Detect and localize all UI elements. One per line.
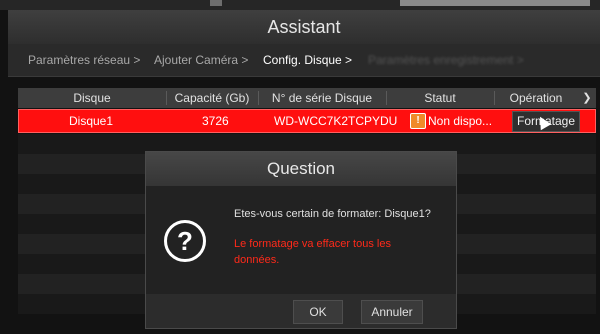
cell-disk: Disque1 xyxy=(69,114,114,128)
col-operation[interactable]: Opération xyxy=(494,88,578,108)
dialog-warning: Le formatage va effacer tous les données… xyxy=(234,238,391,266)
top-strip-mark xyxy=(400,0,590,6)
top-strip-mark xyxy=(210,0,222,6)
breadcrumb-disk-config[interactable]: Config. Disque > xyxy=(263,44,352,76)
col-disk[interactable]: Disque xyxy=(18,88,166,108)
breadcrumb-recording[interactable]: Paramètres enregistrement > xyxy=(368,44,524,76)
dialog-body: ? Etes-vous certain de formater: Disque1… xyxy=(146,186,456,294)
ok-button[interactable]: OK xyxy=(293,300,343,324)
top-strip xyxy=(0,0,600,10)
dialog-footer: OK Annuler xyxy=(146,294,456,328)
table-row[interactable]: Disque1 3726 WD-WCC7K2TCPYDU ! Non dispo… xyxy=(18,109,596,133)
breadcrumb: Paramètres réseau > Ajouter Caméra > Con… xyxy=(8,44,600,77)
cell-serial: WD-WCC7K2TCPYDU xyxy=(274,114,398,128)
breadcrumb-add-camera[interactable]: Ajouter Caméra > xyxy=(154,44,248,76)
col-capacity[interactable]: Capacité (Gb) xyxy=(166,88,258,108)
question-dialog: Question ? Etes-vous certain de formater… xyxy=(145,151,457,329)
window-title: Assistant xyxy=(8,10,600,44)
cancel-button[interactable]: Annuler xyxy=(361,300,423,324)
dialog-title: Question xyxy=(146,152,456,186)
col-status[interactable]: Statut xyxy=(386,88,494,108)
nvr-screen: Assistant Paramètres réseau > Ajouter Ca… xyxy=(0,0,600,334)
question-icon: ? xyxy=(164,220,206,262)
col-serial[interactable]: N° de série Disque xyxy=(258,88,386,108)
cell-capacity: 3726 xyxy=(202,114,229,128)
chevron-down-icon[interactable]: ❯ xyxy=(578,88,596,108)
dialog-message: Etes-vous certain de formater: Disque1? xyxy=(234,208,431,220)
cell-status: Non dispo... xyxy=(428,114,493,128)
breadcrumb-network[interactable]: Paramètres réseau > xyxy=(28,44,140,76)
disk-table: Disque Capacité (Gb) N° de série Disque … xyxy=(18,88,596,133)
table-header: Disque Capacité (Gb) N° de série Disque … xyxy=(18,88,596,108)
warning-icon: ! xyxy=(410,113,426,129)
